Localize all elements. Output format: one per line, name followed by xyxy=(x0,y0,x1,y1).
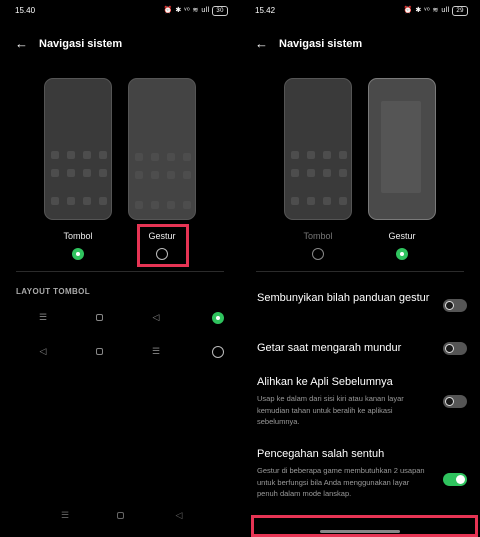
status-icon-glyphs: ⏰ ✱ ᵛᵒ ≋ ull xyxy=(403,7,450,14)
option-label-gestur: Gestur xyxy=(388,231,416,241)
layout-option-1[interactable]: ☰ ◁ xyxy=(30,312,230,326)
back-triangle-icon: ◁ xyxy=(39,346,47,356)
toggle-switch[interactable] xyxy=(443,473,467,486)
home-square-icon[interactable] xyxy=(117,512,124,519)
page-title: Navigasi sistem xyxy=(279,38,363,50)
toggle-switch[interactable] xyxy=(443,395,467,408)
status-time: 15.42 xyxy=(255,6,276,15)
highlight-box xyxy=(137,224,189,267)
status-icons: ⏰ ✱ ᵛᵒ ≋ ull 29 xyxy=(404,6,468,16)
status-icons: ⏰ ✱ ᵛᵒ ≋ ull 30 xyxy=(164,6,228,16)
status-time: 15.40 xyxy=(15,6,36,15)
setting-label: Alihkan ke Apli Sebelumnya xyxy=(257,376,393,388)
gestur-preview[interactable] xyxy=(128,78,196,220)
setting-description: Usap ke dalam dari sisi kiri atau kanan … xyxy=(257,394,404,426)
right-screen: 15.42 ⏰ ✱ ᵛᵒ ≋ ull 29 ← Navigasi sistem … xyxy=(240,0,480,537)
radio-layout-2[interactable] xyxy=(212,346,224,358)
home-square-icon xyxy=(96,314,103,321)
setting-description: Gestur di beberapa game membutuhkan 2 us… xyxy=(257,466,425,498)
radio-tombol[interactable] xyxy=(312,248,324,260)
setting-label: Sembunyikan bilah panduan gestur xyxy=(257,292,430,304)
setting-label: Pencegahan salah sentuh xyxy=(257,448,385,460)
radio-layout-1[interactable] xyxy=(212,312,224,324)
setting-accidental-touch[interactable]: Pencegahan salah sentuh Gestur di bebera… xyxy=(257,447,467,500)
page-title: Navigasi sistem xyxy=(39,38,123,50)
menu-icon: ☰ xyxy=(151,346,161,356)
left-screen: 15.40 ⏰ ✱ ᵛᵒ ≋ ull 30 ← Navigasi sistem … xyxy=(0,0,240,537)
navigation-bar: ☰ ◁ xyxy=(0,510,240,530)
setting-vibrate-back[interactable]: Getar saat mengarah mundur xyxy=(257,341,467,356)
status-bar: 15.40 ⏰ ✱ ᵛᵒ ≋ ull 30 xyxy=(15,4,228,18)
menu-icon[interactable]: ☰ xyxy=(60,510,70,520)
setting-label: Getar saat mengarah mundur xyxy=(257,342,402,354)
setting-switch-previous-app[interactable]: Alihkan ke Apli Sebelumnya Usap ke dalam… xyxy=(257,375,467,428)
status-icon-glyphs: ⏰ ✱ ᵛᵒ ≋ ull xyxy=(163,7,210,14)
option-label-tombol: Tombol xyxy=(63,231,93,241)
gestur-preview[interactable] xyxy=(368,78,436,220)
battery-icon: 30 xyxy=(212,6,228,16)
layout-option-2[interactable]: ◁ ☰ xyxy=(30,346,230,360)
highlight-box xyxy=(251,515,478,537)
back-triangle-icon: ◁ xyxy=(152,312,160,322)
section-heading: LAYOUT TOMBOL xyxy=(16,287,91,296)
menu-icon: ☰ xyxy=(38,312,48,322)
radio-tombol[interactable] xyxy=(72,248,84,260)
toggle-switch[interactable] xyxy=(443,299,467,312)
setting-hide-gesture-guide[interactable]: Sembunyikan bilah panduan gestur xyxy=(257,291,467,312)
radio-gestur[interactable] xyxy=(396,248,408,260)
option-label-tombol: Tombol xyxy=(303,231,333,241)
battery-icon: 29 xyxy=(452,6,468,16)
status-bar: 15.42 ⏰ ✱ ᵛᵒ ≋ ull 29 xyxy=(255,4,468,18)
toggle-switch[interactable] xyxy=(443,342,467,355)
tombol-preview[interactable] xyxy=(284,78,352,220)
home-square-icon xyxy=(96,348,103,355)
back-triangle-icon[interactable]: ◁ xyxy=(174,510,184,520)
back-arrow-icon[interactable]: ← xyxy=(255,37,269,51)
divider xyxy=(256,271,464,272)
tombol-preview[interactable] xyxy=(44,78,112,220)
divider xyxy=(16,271,224,272)
back-arrow-icon[interactable]: ← xyxy=(15,37,29,51)
recent-app-card xyxy=(381,101,421,193)
